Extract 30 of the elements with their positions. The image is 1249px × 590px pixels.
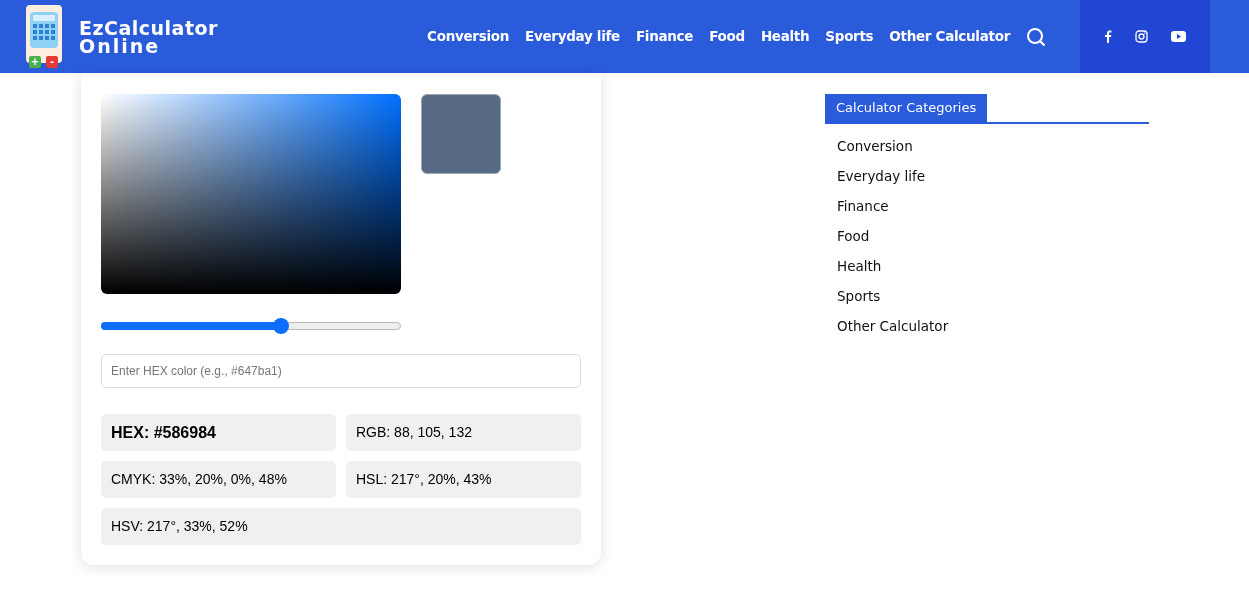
color-value-field: HSV: 217°, 33%, 52% [101,508,581,545]
category-link[interactable]: Other Calculator [837,316,949,337]
color-value-field: HSL: 217°, 20%, 43% [346,461,581,498]
category-link[interactable]: Everyday life [837,166,926,187]
color-value-field: CMYK: 33%, 20%, 0%, 48% [101,461,336,498]
calculator-logo-icon [25,3,63,63]
logo-text: Online [79,36,161,55]
nav-link[interactable]: Health [760,26,810,47]
color-value-field: RGB: 88, 105, 132 [346,414,581,451]
category-link[interactable]: Sports [837,286,881,307]
color-value-field: HEX: #586984 [101,414,336,451]
color-gradient-picker[interactable] [101,94,401,294]
nav-link[interactable]: Everyday life [525,26,620,47]
category-link[interactable]: Conversion [837,136,913,157]
sidebar-heading: Calculator Categories [825,94,988,122]
nav-link[interactable]: Food [709,26,745,47]
category-link[interactable]: Food [837,226,870,247]
facebook-icon[interactable] [1103,30,1112,43]
nav-link[interactable]: Conversion [427,26,510,47]
logo-text: EzCalculator [79,18,218,37]
nav-link[interactable]: Sports [825,26,874,47]
category-link[interactable]: Health [837,256,882,277]
category-link[interactable]: Finance [837,196,889,217]
hex-input-field[interactable]: Enter HEX color (e.g., #647ba1) [101,354,581,388]
nav-link[interactable]: Other Calculator [889,26,1010,47]
search-icon[interactable] [1026,26,1046,47]
nav-link[interactable]: Finance [635,26,694,47]
youtube-icon[interactable] [1171,31,1187,42]
slider-thumb[interactable] [272,318,289,334]
instagram-icon[interactable] [1135,30,1148,43]
